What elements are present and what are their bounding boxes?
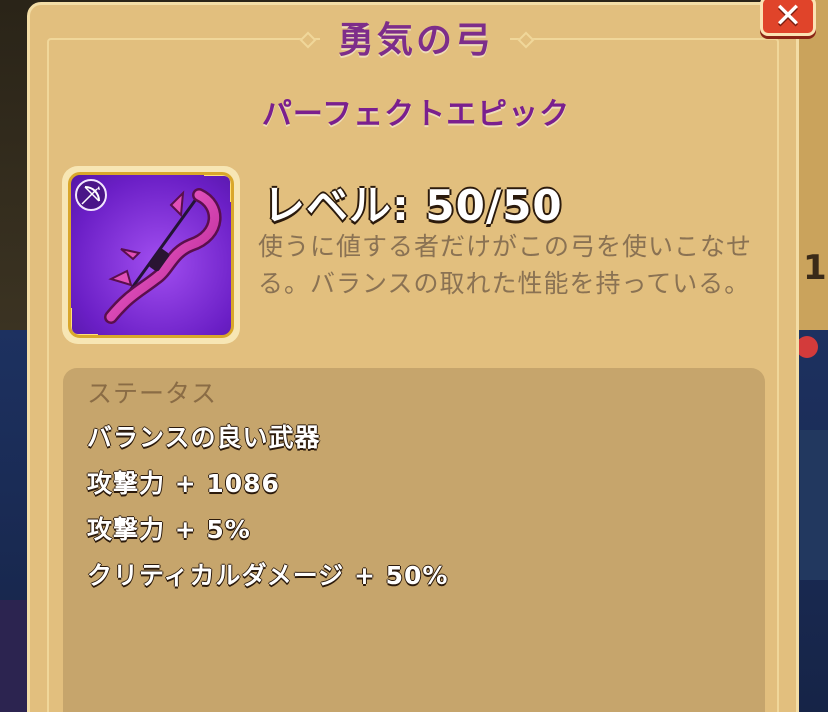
bow-class-icon <box>75 179 107 211</box>
close-button[interactable]: ✕ <box>760 0 816 36</box>
item-icon-frame[interactable] <box>62 166 240 344</box>
item-rarity: パーフェクトエピック <box>261 97 571 132</box>
close-icon: ✕ <box>773 0 803 36</box>
item-description: 使うに値する者だけがこの弓を使いこなせる。バランスの取れた性能を持っている。 <box>258 232 753 298</box>
stat-line: バランスの良い武器 <box>87 423 321 452</box>
stat-line: クリティカルダメージ + 50% <box>87 561 449 590</box>
item-name: 勇気の弓 <box>337 20 494 61</box>
background-panel-left <box>0 600 28 712</box>
item-level: レベル: 50/50 <box>263 181 563 230</box>
stat-line: 攻撃力 + 1086 <box>87 469 280 498</box>
notification-dot <box>796 336 818 358</box>
corner-accent <box>204 175 231 202</box>
corner-accent <box>71 308 98 335</box>
stats-panel: ステータス バランスの良い武器 攻撃力 + 1086 攻撃力 + 5% クリティ… <box>63 368 765 712</box>
background-panel-right <box>800 430 828 580</box>
item-icon-background <box>68 172 234 338</box>
background-card-number: 1 <box>803 248 827 288</box>
stats-title: ステータス <box>87 379 218 408</box>
stat-line: 攻撃力 + 5% <box>87 515 251 544</box>
